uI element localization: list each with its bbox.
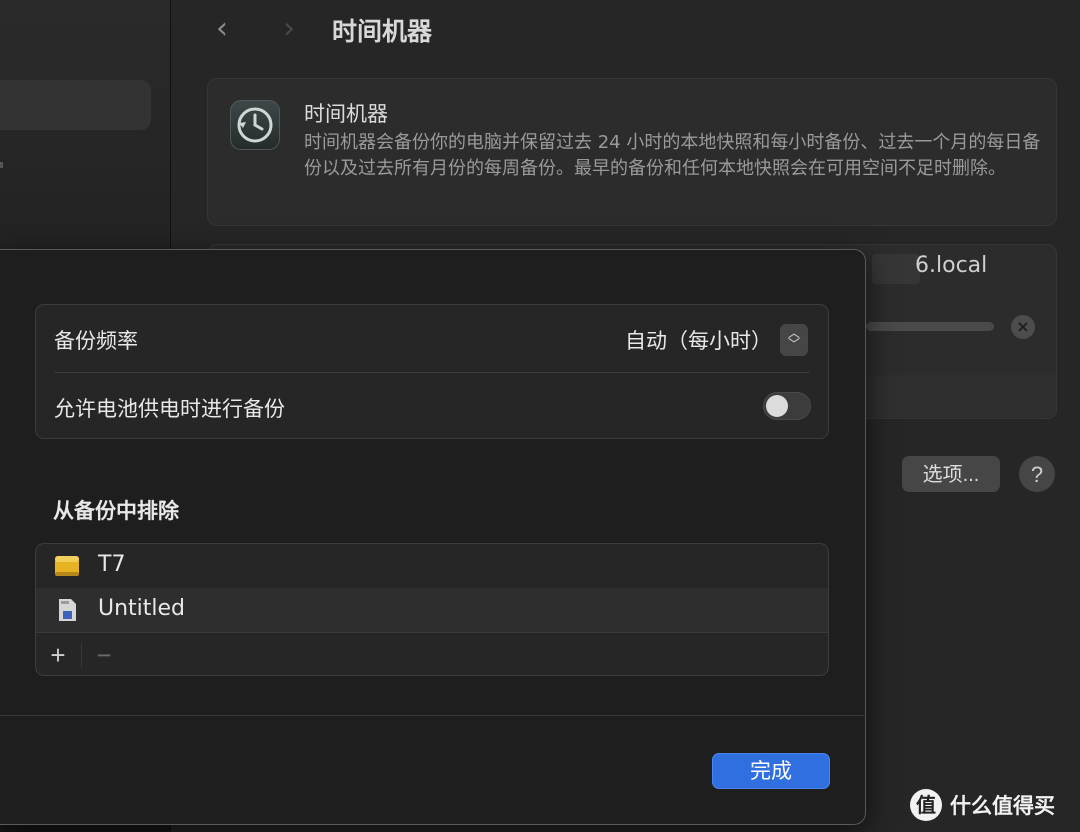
backup-card-footer (866, 375, 1056, 417)
list-item[interactable]: T7 (36, 544, 828, 588)
done-button[interactable]: 完成 (712, 753, 830, 789)
list-toolbar: + − (36, 632, 828, 675)
sd-card-icon (59, 599, 76, 621)
external-drive-icon (55, 556, 79, 576)
chevron-down-icon: ﹀ (787, 337, 800, 351)
watermark-text: 什么值得买 (950, 794, 1055, 818)
page-title: 时间机器 (332, 17, 433, 46)
intro-title: 时间机器 (304, 102, 388, 126)
battery-backup-toggle[interactable] (763, 392, 811, 420)
toolbar-divider (81, 643, 82, 667)
toggle-knob (766, 395, 788, 417)
chevron-left-icon: ‹ (216, 11, 228, 46)
close-icon: × (1016, 317, 1030, 336)
remove-exclusion-button[interactable]: − (88, 639, 120, 671)
backup-host-label: 6.local (915, 253, 988, 278)
exclude-section-title: 从备份中排除 (53, 499, 179, 523)
plus-icon: + (50, 640, 66, 670)
options-sheet: 备份频率 自动（每小时） ︿ ﹀ 允许电池供电时进行备份 从备份中排除 T7 U… (0, 249, 866, 825)
frequency-select[interactable]: 自动（每小时） (625, 325, 772, 355)
intro-description: 时间机器会备份你的电脑并保留过去 24 小时的本地快照和每小时备份、过去一个月的… (304, 132, 1041, 179)
forward-button[interactable]: › (274, 14, 304, 44)
time-machine-icon (230, 100, 280, 150)
back-button[interactable]: ‹ (207, 14, 237, 44)
backup-progress-bar (866, 322, 994, 331)
chevron-right-icon: › (283, 11, 295, 46)
list-item[interactable]: Untitled (36, 588, 828, 632)
row-divider (54, 372, 810, 373)
stop-backup-button[interactable]: × (1011, 315, 1035, 339)
minus-icon: − (96, 640, 112, 670)
excluded-list: T7 Untitled + − (35, 543, 829, 676)
help-button[interactable]: ? (1019, 456, 1055, 492)
add-exclusion-button[interactable]: + (42, 639, 74, 671)
sheet-divider (0, 715, 866, 716)
watermark-logo-icon: 值 (910, 789, 942, 821)
question-icon: ? (1030, 462, 1044, 487)
frequency-stepper[interactable]: ︿ ﹀ (780, 324, 808, 356)
list-item-label: T7 (98, 552, 126, 577)
settings-group: 备份频率 自动（每小时） ︿ ﹀ 允许电池供电时进行备份 (35, 304, 829, 439)
watermark: 值 什么值得买 (910, 787, 1055, 823)
options-button[interactable]: 选项... (902, 456, 1000, 492)
frequency-label: 备份频率 (54, 329, 138, 353)
sidebar-marker (0, 162, 3, 168)
redacted-hostname (872, 254, 920, 284)
list-item-label: Untitled (98, 596, 186, 621)
battery-backup-label: 允许电池供电时进行备份 (54, 397, 285, 421)
sidebar-selected-item[interactable] (0, 80, 151, 130)
